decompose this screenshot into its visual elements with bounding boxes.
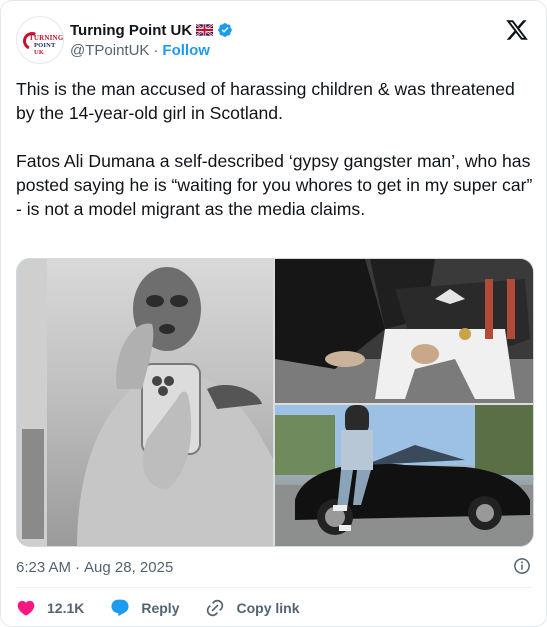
avatar-logo-text-1: TURNING <box>29 34 64 42</box>
post-date: Aug 28, 2025 <box>84 558 174 576</box>
reply-button[interactable]: Reply <box>110 598 179 618</box>
divider <box>16 587 531 588</box>
author-info: Turning Point UK @TPointUK · Follow <box>70 20 233 60</box>
heart-icon <box>17 600 35 616</box>
photo-man-on-black-car[interactable] <box>275 405 533 546</box>
info-icon[interactable] <box>513 557 531 575</box>
reply-label: Reply <box>141 600 180 616</box>
display-name[interactable]: Turning Point UK <box>70 22 192 39</box>
copy-link-label: Copy link <box>236 600 300 616</box>
post-text: This is the man accused of harassing chi… <box>16 77 534 221</box>
photo-art <box>275 259 533 403</box>
uk-flag-icon <box>196 24 214 36</box>
separator-dot: · <box>75 558 81 576</box>
like-count: 12.1K <box>47 600 85 616</box>
photo-group-sitting[interactable] <box>275 259 533 403</box>
avatar[interactable]: TURNING POINT UK <box>16 16 64 64</box>
post-card: TURNING POINT UK Turning Point UK @TPoin… <box>0 0 547 627</box>
post-timestamp[interactable]: 6:23 AM · Aug 28, 2025 <box>16 557 173 577</box>
separator-dot: · <box>153 41 159 59</box>
post-header: TURNING POINT UK Turning Point UK @TPoin… <box>16 16 531 68</box>
handle[interactable]: @TPointUK <box>70 42 149 59</box>
like-button[interactable]: 12.1K <box>16 598 84 618</box>
photo-art <box>17 259 273 546</box>
verified-badge-icon <box>218 23 233 37</box>
link-icon <box>207 599 224 617</box>
photo-art <box>275 405 533 546</box>
reply-bubble-icon <box>111 599 129 617</box>
post-paragraph-2: Fatos Ali Dumana a self-described ‘gypsy… <box>16 151 533 219</box>
follow-button[interactable]: Follow <box>162 42 210 59</box>
media-grid <box>16 258 534 547</box>
action-bar: 12.1K Reply Copy link <box>16 597 326 619</box>
x-logo-icon[interactable] <box>505 18 529 42</box>
photo-masked-man-mirror-selfie[interactable] <box>17 259 273 546</box>
copy-link-button[interactable]: Copy link <box>205 598 300 618</box>
avatar-logo-text-2: POINT UK <box>34 42 56 56</box>
post-paragraph-1: This is the man accused of harassing chi… <box>16 79 515 123</box>
post-time: 6:23 AM <box>16 558 72 576</box>
